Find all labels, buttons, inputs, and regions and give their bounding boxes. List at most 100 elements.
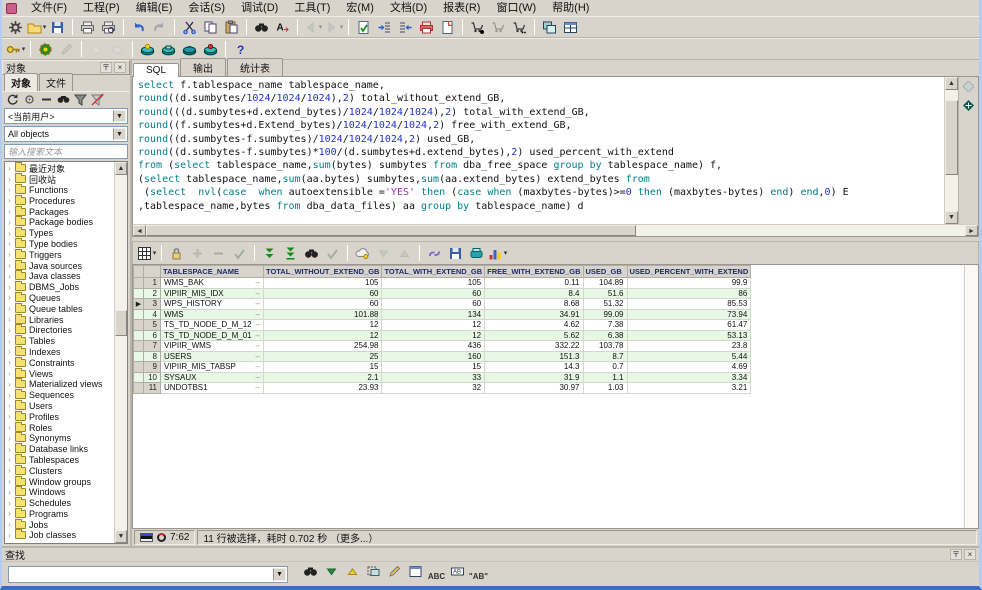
cell[interactable]: 14.3 xyxy=(485,362,583,373)
expander-icon[interactable]: › xyxy=(5,531,14,540)
column-header[interactable]: FREE_WITH_EXTEND_GB xyxy=(485,266,583,278)
window-icon[interactable] xyxy=(405,562,426,581)
export-teal-icon[interactable] xyxy=(466,244,487,263)
menu-item-window[interactable]: 窗口(W) xyxy=(488,2,544,14)
help-icon[interactable]: ? xyxy=(230,40,251,59)
menu-item-session[interactable]: 会话(S) xyxy=(180,2,233,14)
chevron-down-icon[interactable]: ▼ xyxy=(113,110,126,122)
funnel-off-icon[interactable] xyxy=(89,92,106,107)
column-header[interactable]: TOTAL_WITH_EXTEND_GB xyxy=(382,266,485,278)
tree-item-jobs[interactable]: ›Jobs xyxy=(5,519,114,530)
tree-item-triggers[interactable]: ›Triggers xyxy=(5,249,114,260)
tree-item-type-bodies[interactable]: ›Type bodies xyxy=(5,239,114,250)
cell[interactable]: 30.97 xyxy=(485,383,583,394)
expander-icon[interactable]: › xyxy=(5,520,14,529)
cell[interactable]: 1.03 xyxy=(583,383,627,394)
scroll-up-icon[interactable]: ▲ xyxy=(945,77,958,90)
cell[interactable]: TS_TD_NODE_D_M_12– xyxy=(161,320,264,331)
cell[interactable]: 51.6 xyxy=(583,288,627,299)
tree-item-sequences[interactable]: ›Sequences xyxy=(5,390,114,401)
tri-up-icon[interactable] xyxy=(394,244,415,263)
menu-item-project[interactable]: 工程(P) xyxy=(75,2,128,14)
undo-icon[interactable] xyxy=(128,18,149,37)
menu-item-tools[interactable]: 工具(T) xyxy=(286,2,338,14)
cell[interactable]: 3.21 xyxy=(627,383,751,394)
paste-icon[interactable] xyxy=(221,18,242,37)
plus-icon[interactable] xyxy=(187,244,208,263)
fetch-next-icon[interactable] xyxy=(259,244,280,263)
expander-icon[interactable]: › xyxy=(5,185,14,194)
tree-item-job-classes[interactable]: ›Job classes xyxy=(5,530,114,541)
refresh-icon[interactable] xyxy=(4,92,21,107)
table-row[interactable]: 5TS_TD_NODE_D_M_12–12124.627.3861.47 xyxy=(134,320,751,331)
cell[interactable]: 436 xyxy=(382,341,485,352)
scroll-right-icon[interactable]: ► xyxy=(965,225,978,236)
expander-icon[interactable]: › xyxy=(5,358,14,367)
tree-scrollbar[interactable]: ▲ ▼ xyxy=(114,162,127,543)
table-row[interactable]: 7VIPIIR_WMS–254.98436332.22103.7823.8 xyxy=(134,341,751,352)
cell[interactable]: UNDOTBS1– xyxy=(161,383,264,394)
cell[interactable]: VIPIIR_MIS_TABSP– xyxy=(161,362,264,373)
menu-item-edit[interactable]: 编辑(E) xyxy=(128,2,181,14)
cell[interactable]: 12 xyxy=(382,330,485,341)
cell[interactable]: 105 xyxy=(264,278,382,289)
grid-scrollbar[interactable] xyxy=(964,265,978,528)
editor-tab-stats[interactable]: 统计表 xyxy=(227,58,283,76)
expander-icon[interactable]: › xyxy=(5,175,14,184)
cell[interactable]: 25 xyxy=(264,351,382,362)
expander-icon[interactable]: › xyxy=(5,326,14,335)
menu-item-help[interactable]: 帮助(H) xyxy=(544,2,597,14)
expander-icon[interactable]: › xyxy=(5,380,14,389)
cell[interactable]: 12 xyxy=(264,330,382,341)
editor-hscrollbar[interactable]: ◄ ► xyxy=(132,224,979,237)
editor-tab-sql[interactable]: SQL xyxy=(133,63,179,77)
binoculars-icon[interactable] xyxy=(251,18,272,37)
user-filter-combo[interactable]: <当前用户> ▼ xyxy=(4,108,128,124)
expander-icon[interactable]: › xyxy=(5,293,14,302)
tree-item-tablespaces[interactable]: ›Tablespaces xyxy=(5,455,114,466)
tri-down-green-icon[interactable] xyxy=(321,562,342,581)
expander-icon[interactable]: › xyxy=(5,401,14,410)
table-row[interactable]: ▶3WPS_HISTORY–60608.6851.3285.53 xyxy=(134,299,751,310)
collapse-minus-icon[interactable] xyxy=(38,92,55,107)
tree-item-directories[interactable]: ›Directories xyxy=(5,325,114,336)
check-icon[interactable] xyxy=(322,244,343,263)
cell[interactable]: 254.98 xyxy=(264,341,382,352)
table-row[interactable]: 4WMS–101.8813434.9199.0973.94 xyxy=(134,309,751,320)
cell[interactable]: 32 xyxy=(382,383,485,394)
sql-editor[interactable]: select f.tablespace_name tablespace_name… xyxy=(133,77,944,224)
open-folder-icon[interactable]: ▾ xyxy=(26,18,47,37)
cell[interactable]: 105 xyxy=(382,278,485,289)
quoted-ab-icon[interactable]: "AB" xyxy=(468,567,489,586)
expander-icon[interactable]: › xyxy=(5,315,14,324)
expander-icon[interactable]: › xyxy=(5,207,14,216)
check-icon[interactable] xyxy=(229,244,250,263)
cell[interactable]: 31.9 xyxy=(485,372,583,383)
printer-icon[interactable] xyxy=(77,18,98,37)
cell[interactable]: WMS_BAK– xyxy=(161,278,264,289)
pencil-icon[interactable] xyxy=(56,40,77,59)
cell[interactable]: 12 xyxy=(264,320,382,331)
boat-icon[interactable] xyxy=(158,40,179,59)
save-icon[interactable] xyxy=(445,244,466,263)
cell[interactable]: 61.47 xyxy=(627,320,751,331)
tree-item-constraints[interactable]: ›Constraints xyxy=(5,357,114,368)
expander-icon[interactable]: › xyxy=(5,218,14,227)
column-header[interactable]: TABLESPACE_NAME xyxy=(161,266,264,278)
doc-check-icon[interactable] xyxy=(353,18,374,37)
expander-icon[interactable]: › xyxy=(5,445,14,454)
expander-icon[interactable]: › xyxy=(5,229,14,238)
diamond-marker-icon[interactable] xyxy=(963,81,974,92)
tree-item-synonyms[interactable]: ›Synonyms xyxy=(5,433,114,444)
scroll-up-icon[interactable]: ▲ xyxy=(115,162,127,175)
replace-icon[interactable]: A xyxy=(272,18,293,37)
expander-icon[interactable]: › xyxy=(5,164,14,173)
cell[interactable]: WMS– xyxy=(161,309,264,320)
cell[interactable]: 99.9 xyxy=(627,278,751,289)
minus-icon[interactable] xyxy=(208,244,229,263)
chevron-down-icon[interactable]: ▼ xyxy=(113,128,126,140)
cell[interactable]: WPS_HISTORY– xyxy=(161,299,264,310)
tree-item-views[interactable]: ›Views xyxy=(5,368,114,379)
tree-item-dbms-jobs[interactable]: ›DBMS_Jobs xyxy=(5,282,114,293)
table-row[interactable]: 2VIPIIR_MIS_IDX–60608.451.686 xyxy=(134,288,751,299)
